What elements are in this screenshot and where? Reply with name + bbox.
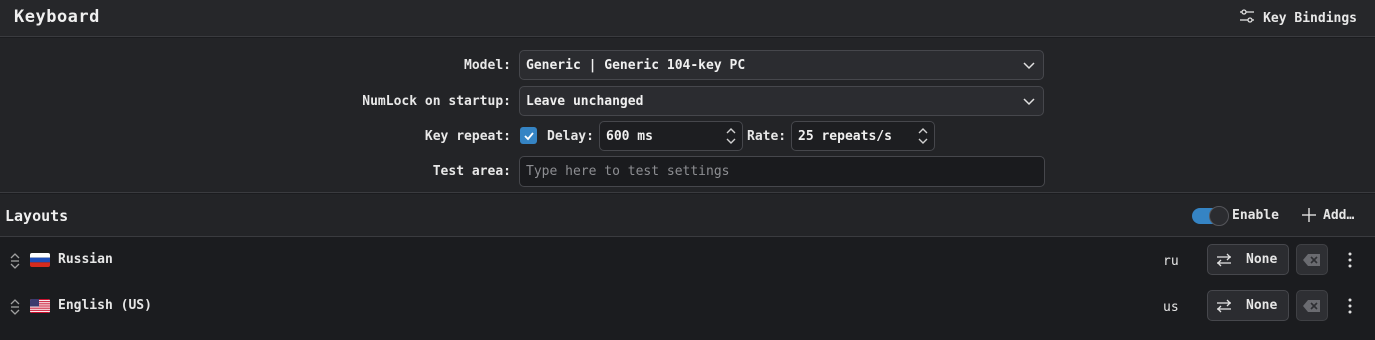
rate-value: 25 repeats/s [798,129,892,144]
drag-handle-icon[interactable] [9,298,21,320]
test-area-label: Test area: [432,164,511,179]
more-options-icon[interactable] [1343,252,1357,272]
model-value: Generic | Generic 104-key PC [526,58,746,73]
header-bar: Keyboard Key Bindings [0,0,1375,37]
toggle-knob [1209,206,1229,226]
key-repeat-label: Key repeat: [424,129,511,144]
enable-toggle[interactable] [1192,206,1229,226]
numlock-label: NumLock on startup: [362,94,511,109]
model-dropdown[interactable]: Generic | Generic 104-key PC [519,50,1044,80]
layout-code: ru [1163,254,1179,269]
layouts-title: Layouts [5,207,69,225]
settings-panel: Model: Generic | Generic 104-key PC NumL… [0,38,1375,193]
delay-value: 600 ms [606,129,653,144]
spin-arrows-icon[interactable] [918,126,928,150]
layout-row: Russian ru None [0,237,1375,283]
numlock-value: Leave unchanged [526,94,644,109]
layout-options-button[interactable]: None [1207,290,1289,321]
delay-label: Delay: [547,129,594,144]
chevron-down-icon [1023,95,1035,111]
page-title: Keyboard [14,7,100,27]
test-area-input[interactable] [526,164,1038,179]
spin-arrows-icon[interactable] [726,126,736,150]
rate-label: Rate: [747,129,787,144]
add-label: Add… [1323,207,1355,223]
test-area-field[interactable] [519,156,1045,187]
remove-layout-button[interactable] [1296,244,1328,275]
layout-row: English (US) us None [0,283,1375,329]
layout-code: us [1163,300,1179,315]
us-flag-icon [30,299,50,313]
remove-layout-button[interactable] [1296,290,1328,321]
swap-icon [1217,253,1231,266]
add-layout-button[interactable]: Add… [1301,207,1354,223]
model-label: Model: [464,58,511,73]
plus-icon [1302,208,1316,222]
sliders-icon [1239,8,1255,28]
backspace-icon [1303,253,1320,266]
options-label: None [1246,298,1278,313]
rate-spinbox[interactable]: 25 repeats/s [791,121,935,151]
layout-name: Russian [58,252,113,267]
key-bindings-label: Key Bindings [1263,10,1357,26]
russia-flag-icon [30,253,50,267]
checkmark-icon [523,131,534,140]
key-repeat-checkbox[interactable] [520,127,537,144]
more-options-icon[interactable] [1343,298,1357,318]
chevron-down-icon [1023,59,1035,75]
enable-label: Enable [1232,208,1279,223]
options-label: None [1246,252,1278,267]
delay-spinbox[interactable]: 600 ms [599,121,743,151]
drag-handle-icon[interactable] [9,252,21,274]
numlock-dropdown[interactable]: Leave unchanged [519,86,1044,116]
layouts-header: Layouts Enable Add… [0,194,1375,237]
key-bindings-button[interactable]: Key Bindings [1239,8,1357,28]
layout-name: English (US) [58,298,152,313]
swap-icon [1217,299,1231,312]
layout-options-button[interactable]: None [1207,244,1289,275]
backspace-icon [1303,299,1320,312]
